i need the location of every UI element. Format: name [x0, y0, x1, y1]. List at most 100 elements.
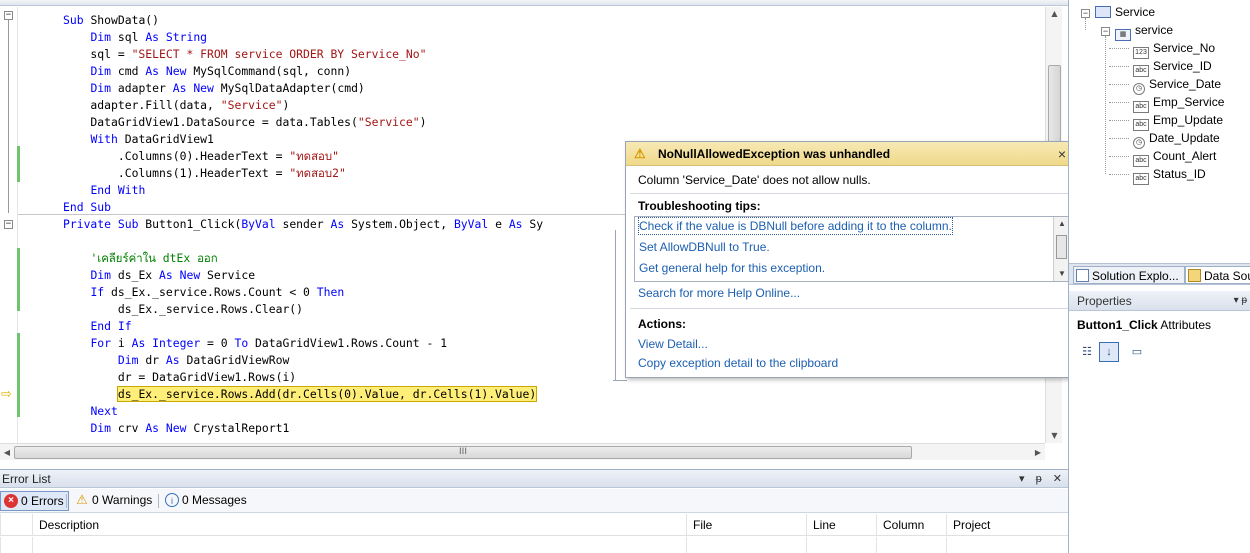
tree-node-field[interactable]: abc Emp_Service [1133, 93, 1225, 113]
code-token: = 0 [207, 336, 235, 350]
tree-node-field[interactable]: abc Emp_Update [1133, 111, 1223, 131]
code-line[interactable]: End Sub [63, 199, 111, 216]
tree-node-field[interactable]: 123 Service_No [1133, 39, 1216, 59]
hscroll-thumb[interactable]: III [14, 446, 912, 459]
tips-scroll-thumb[interactable] [1056, 235, 1067, 259]
scroll-thumb[interactable] [1048, 65, 1061, 145]
warnings-filter-button[interactable]: ⚠ 0 Warnings [72, 491, 156, 511]
code-line[interactable]: .Columns(1).HeaderText = "ทดสอบ2" [63, 165, 346, 182]
tree-node-table[interactable]: ▦ service [1115, 21, 1173, 41]
dropdown-icon[interactable]: ▾ [1019, 473, 1025, 485]
tree-connector [1109, 156, 1129, 157]
tip-link-general-help[interactable]: Get general help for this exception. [639, 260, 825, 276]
code-line[interactable]: Next [63, 403, 117, 420]
messages-count: 0 Messages [182, 493, 247, 507]
field-label: Service_No [1153, 41, 1216, 55]
errors-filter-button[interactable]: × 0 Errors [0, 491, 69, 511]
divider [630, 193, 1072, 194]
tool-window-tabs: Solution Explo... Data Sou [1069, 263, 1250, 285]
tree-node-field[interactable]: abc Status_ID [1133, 165, 1206, 185]
pin-icon[interactable]: ᵽ [1036, 473, 1042, 485]
code-token: Service [207, 268, 256, 282]
tree-node-field[interactable]: ◷ Service_Date [1133, 75, 1222, 95]
code-line[interactable]: adapter.Fill(data, "Service") [63, 97, 289, 114]
scroll-right-icon[interactable]: ▶ [1031, 444, 1045, 461]
code-line[interactable]: .Columns(0).HeaderText = "ทดสอบ" [63, 148, 339, 165]
tip-link-allowdbnull[interactable]: Set AllowDBNull to True. [639, 239, 770, 255]
code-token: ) [282, 98, 290, 112]
column-header-description[interactable]: Description [32, 514, 686, 536]
change-marker [17, 146, 20, 182]
code-token: .Columns(1).HeaderText = [63, 166, 290, 180]
collapse-sub-button1-click-icon[interactable]: − [4, 220, 13, 229]
code-line[interactable]: End With [63, 182, 145, 199]
view-detail-link[interactable]: View Detail... [638, 336, 708, 352]
code-line[interactable]: Dim ds_Ex As New Service [63, 267, 255, 284]
categorized-icon[interactable]: ☷ [1077, 342, 1097, 362]
properties-object-selector[interactable]: Button1_Click Attributes [1077, 316, 1211, 334]
tree-connector [1105, 36, 1106, 174]
code-line[interactable]: ds_Ex._service.Rows.Clear() [63, 301, 303, 318]
collapse-sub-showdata-icon[interactable]: − [4, 11, 13, 20]
messages-filter-button[interactable]: i 0 Messages [162, 491, 251, 511]
tree-connector [1109, 138, 1129, 139]
column-header-project[interactable]: Project [946, 514, 1068, 536]
code-token: sql [117, 30, 146, 44]
tips-scrollbar[interactable]: ▲ ▼ [1053, 217, 1069, 281]
tab-solution-explorer[interactable]: Solution Explo... [1073, 266, 1185, 284]
data-sources-icon [1188, 269, 1201, 282]
properties-controls[interactable]: ▾ ᵽ [1234, 291, 1247, 311]
code-line[interactable]: For i As Integer = 0 To DataGridView1.Ro… [63, 335, 447, 352]
code-token: crv [117, 421, 146, 435]
tree-node-dataset[interactable]: Service [1095, 3, 1155, 21]
property-pages-icon[interactable]: ▭ [1127, 342, 1147, 362]
editor-horizontal-scrollbar[interactable]: ◀ III ▶ [0, 443, 1045, 460]
code-line[interactable]: ds_Ex._service.Rows.Add(dr.Cells(0).Valu… [63, 386, 538, 403]
code-token: Dim [90, 421, 118, 435]
code-line[interactable]: Dim crv As New CrystalReport1 [63, 420, 289, 437]
column-header-icon[interactable] [0, 514, 32, 536]
code-line[interactable]: Dim cmd As New MySqlCommand(sql, conn) [63, 63, 351, 80]
code-line[interactable]: sql = "SELECT * FROM service ORDER BY Se… [63, 46, 426, 63]
code-line[interactable]: If ds_Ex._service.Rows.Count < 0 Then [63, 284, 344, 301]
code-line[interactable]: Sub ShowData() [63, 12, 159, 29]
copy-exception-link[interactable]: Copy exception detail to the clipboard [638, 355, 838, 371]
code-token: ) [419, 115, 427, 129]
code-token: As New [159, 268, 208, 282]
field-label: Service_Date [1149, 77, 1222, 91]
close-icon[interactable]: ✕ [1053, 473, 1062, 485]
collapse-dataset-icon[interactable]: − [1081, 9, 1090, 18]
code-line[interactable]: Private Sub Button1_Click(ByVal sender A… [63, 216, 543, 233]
code-line[interactable]: End If [63, 318, 131, 335]
code-token: .Columns(0).HeaderText = [63, 149, 290, 163]
collapse-table-icon[interactable]: − [1101, 27, 1110, 36]
scroll-left-icon[interactable]: ◀ [0, 444, 14, 461]
alphabetical-icon[interactable]: ↓ [1099, 342, 1119, 362]
code-line[interactable]: 'เคลียร์ค่าใน dtEx ออก [63, 250, 217, 267]
column-header-line[interactable]: Line [806, 514, 876, 536]
code-line[interactable]: Dim adapter As New MySqlDataAdapter(cmd) [63, 80, 364, 97]
tip-link-check-dbnull[interactable]: Check if the value is DBNull before addi… [638, 217, 953, 235]
column-header-file[interactable]: File [686, 514, 806, 536]
scroll-up-icon[interactable]: ▲ [1046, 7, 1063, 21]
code-token: "SELECT * FROM service ORDER BY Service_… [131, 47, 427, 61]
code-token: With [90, 132, 125, 146]
code-line[interactable]: Dim sql As String [63, 29, 207, 46]
code-line[interactable]: dr = DataGridView1.Rows(i) [63, 369, 296, 386]
code-line[interactable]: With DataGridView1 [63, 131, 213, 148]
code-line[interactable]: Dim dr As DataGridViewRow [63, 352, 289, 369]
tree-node-field[interactable]: abc Service_ID [1133, 57, 1212, 77]
tree-node-field[interactable]: ◷ Date_Update [1133, 129, 1220, 149]
scroll-down-icon[interactable]: ▼ [1046, 429, 1063, 443]
field-label: Emp_Service [1153, 95, 1225, 109]
column-header-column[interactable]: Column [876, 514, 946, 536]
search-help-online-link[interactable]: Search for more Help Online... [638, 285, 800, 301]
error-list-toolbar: × 0 Errors ⚠ 0 Warnings i 0 Messages [0, 489, 1068, 513]
tree-node-field[interactable]: abc Count_Alert [1133, 147, 1216, 167]
toolbar-separator [158, 494, 159, 508]
code-token: If [90, 285, 112, 299]
code-line[interactable]: DataGridView1.DataSource = data.Tables("… [63, 114, 426, 131]
tab-data-sources[interactable]: Data Sou [1185, 266, 1250, 284]
current-statement-arrow-icon: ⇨ [1, 387, 12, 402]
